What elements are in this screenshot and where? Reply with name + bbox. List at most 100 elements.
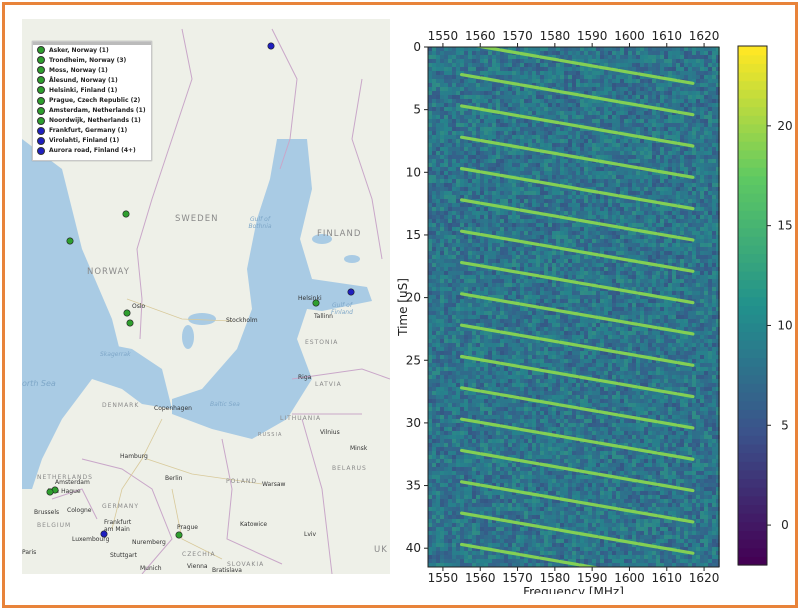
heatmap-cell: [672, 103, 676, 107]
heatmap-cell: [476, 259, 480, 263]
legend-item-label: Aurora road, Finland (4+): [49, 147, 136, 155]
heatmap-cell: [472, 155, 476, 159]
heatmap-cell: [644, 87, 648, 91]
heatmap-cell: [712, 59, 716, 63]
site-marker-prague[interactable]: [175, 531, 183, 539]
heatmap-cell: [664, 227, 668, 231]
heatmap-cell: [428, 79, 432, 83]
heatmap-cell: [612, 235, 616, 239]
heatmap-cell: [532, 167, 536, 171]
heatmap-cell: [536, 183, 540, 187]
site-marker-alesund[interactable]: [66, 237, 74, 245]
heatmap-cell: [580, 303, 584, 307]
heatmap-cell: [660, 51, 664, 55]
heatmap-cell: [536, 107, 540, 111]
heatmap-cell: [560, 79, 564, 83]
heatmap-cell: [508, 279, 512, 283]
heatmap-cell: [628, 171, 632, 175]
heatmap-cell: [472, 239, 476, 243]
heatmap-cell: [640, 307, 644, 311]
heatmap-cell: [696, 195, 700, 199]
heatmap-cell: [576, 67, 580, 71]
heatmap-cell: [596, 135, 600, 139]
heatmap-cell: [440, 271, 444, 275]
site-marker-moss[interactable]: [126, 319, 134, 327]
heatmap-cell: [584, 67, 588, 71]
site-marker-asker[interactable]: [123, 309, 131, 317]
heatmap-cell: [640, 123, 644, 127]
heatmap-cell: [500, 279, 504, 283]
heatmap-cell: [672, 71, 676, 75]
site-marker-frankfurt[interactable]: [100, 530, 108, 538]
heatmap-cell: [580, 51, 584, 55]
heatmap-cell: [532, 207, 536, 211]
heatmap-cell: [476, 243, 480, 247]
site-marker-trondheim[interactable]: [122, 210, 130, 218]
heatmap-cell: [556, 147, 560, 151]
heatmap-cell: [636, 283, 640, 287]
heatmap-cell: [524, 131, 528, 135]
heatmap-cell: [668, 59, 672, 63]
heatmap-cell: [700, 111, 704, 115]
heatmap-cell: [572, 139, 576, 143]
map-panel: SWEDEN FINLAND NORWAY ESTONIA LATVIA LIT…: [22, 19, 390, 574]
heatmap-cell: [632, 123, 636, 127]
heatmap-cell: [480, 275, 484, 279]
heatmap-cell: [564, 271, 568, 275]
site-marker-aurora-road[interactable]: [267, 42, 275, 50]
heatmap-cell: [516, 311, 520, 315]
heatmap-cell: [440, 243, 444, 247]
heatmap-cell: [596, 59, 600, 63]
heatmap-cell: [464, 95, 468, 99]
heatmap-cell: [452, 187, 456, 191]
heatmap-cell: [560, 203, 564, 207]
heatmap-cell: [476, 187, 480, 191]
heatmap-cell: [512, 47, 516, 51]
heatmap-cell: [596, 139, 600, 143]
heatmap-cell: [700, 279, 704, 283]
heatmap-cell: [512, 75, 516, 79]
heatmap-cell: [452, 303, 456, 307]
heatmap-cell: [640, 299, 644, 303]
site-marker-helsinki[interactable]: [312, 299, 320, 307]
heatmap-cell: [672, 303, 676, 307]
heatmap-cell: [488, 207, 492, 211]
heatmap-cell: [600, 147, 604, 151]
heatmap-cell: [556, 227, 560, 231]
heatmap-cell: [432, 115, 436, 119]
site-marker-noordwijk[interactable]: [46, 488, 54, 496]
heatmap-cell: [480, 179, 484, 183]
heatmap-cell: [460, 47, 464, 51]
heatmap-cell: [528, 123, 532, 127]
heatmap-cell: [500, 183, 504, 187]
heatmap-cell: [680, 167, 684, 171]
heatmap-cell: [632, 251, 636, 255]
heatmap-cell: [712, 63, 716, 67]
heatmap-cell: [504, 107, 508, 111]
heatmap-cell: [648, 211, 652, 215]
heatmap-cell: [484, 287, 488, 291]
heatmap-cell: [452, 167, 456, 171]
heatmap-cell: [452, 223, 456, 227]
heatmap-cell: [552, 303, 556, 307]
heatmap-cell: [508, 135, 512, 139]
heatmap-cell: [696, 171, 700, 175]
heatmap-cell: [628, 59, 632, 63]
heatmap-cell: [476, 279, 480, 283]
heatmap-cell: [620, 123, 624, 127]
heatmap-cell: [660, 311, 664, 315]
heatmap-cell: [700, 127, 704, 131]
heatmap-cell: [436, 163, 440, 167]
heatmap-cell: [532, 215, 536, 219]
heatmap-cell: [688, 259, 692, 263]
heatmap-cell: [440, 171, 444, 175]
heatmap-cell: [448, 275, 452, 279]
heatmap-cell: [492, 67, 496, 71]
heatmap-cell: [504, 295, 508, 299]
heatmap-cell: [488, 199, 492, 203]
heatmap-cell: [500, 151, 504, 155]
heatmap-cell: [508, 183, 512, 187]
site-marker-virolahti[interactable]: [347, 288, 355, 296]
heatmap-cell: [556, 171, 560, 175]
heatmap-cell: [676, 151, 680, 155]
